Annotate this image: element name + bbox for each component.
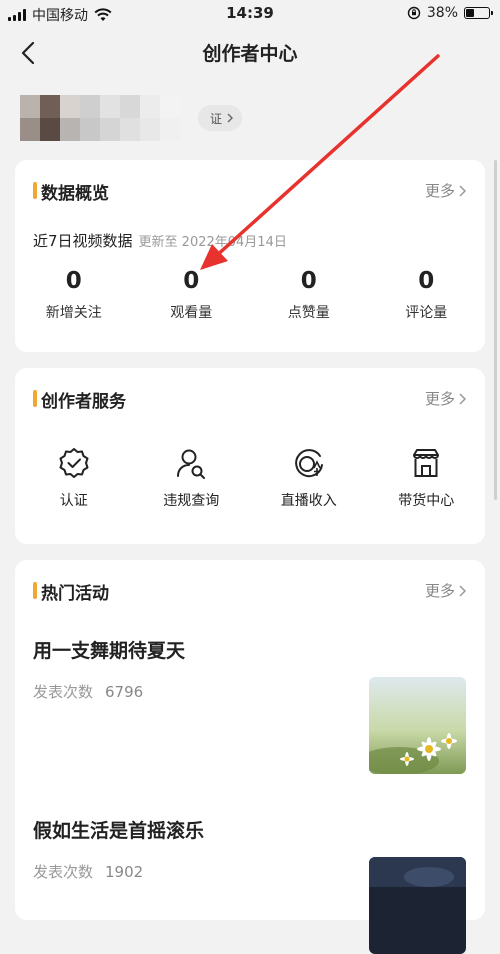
stat-likes[interactable]: 0 点赞量 (250, 264, 368, 322)
service-label: 直播收入 (280, 493, 337, 509)
stat-value: 0 (183, 268, 200, 294)
data-overview-header: 数据概览 更多 (15, 160, 485, 220)
data-overview-more-link[interactable]: 更多 (425, 180, 467, 201)
activity-meta-label: 发表次数 (33, 863, 94, 881)
activity-title: 用一支舞期待夏天 (33, 640, 186, 662)
hot-activities-title: 热门活动 (41, 584, 109, 604)
stat-value: 0 (300, 268, 317, 294)
verified-badge-icon (59, 448, 89, 478)
scrollbar[interactable] (494, 160, 497, 500)
updated-date: 更新至 2022年04月14日 (138, 235, 287, 250)
service-label: 带货中心 (398, 493, 455, 509)
activity-title: 假如生活是首摇滚乐 (33, 820, 205, 842)
status-right: 38% (407, 5, 493, 21)
activity-meta: 发表次数 6796 (33, 681, 143, 702)
accent-bar (33, 182, 37, 199)
accent-bar (33, 390, 37, 407)
data-overview-card: 数据概览 更多 近7日视频数据 更新至 2022年04月14日 0 新增关注 0 … (15, 160, 485, 352)
activity-thumbnail (369, 857, 466, 954)
stats-row: 0 新增关注 0 观看量 0 点赞量 0 评论量 (15, 264, 485, 322)
profile-header[interactable]: 证 (20, 95, 243, 145)
accent-bar (33, 582, 37, 599)
chevron-right-icon (459, 184, 467, 197)
stat-label: 新增关注 (45, 305, 102, 321)
creator-services-card: 创作者服务 更多 认证 违规查询 直播收入 带货中心 (15, 368, 485, 544)
data-range-label: 近7日视频数据 (33, 232, 133, 250)
status-bar: 中国移动 14:39 38% (0, 0, 500, 28)
creator-services-header: 创作者服务 更多 (15, 368, 485, 428)
verify-pill[interactable]: 证 (198, 105, 243, 131)
live-income-icon (294, 449, 323, 478)
stat-views[interactable]: 0 观看量 (133, 264, 251, 322)
service-verification[interactable]: 认证 (15, 446, 133, 510)
stat-label: 观看量 (170, 305, 213, 321)
user-search-icon (177, 449, 206, 479)
orientation-lock-icon (407, 6, 421, 20)
activity-meta: 发表次数 1902 (33, 861, 143, 882)
stat-label: 点赞量 (287, 305, 330, 321)
data-overview-title: 数据概览 (41, 184, 109, 204)
services-row: 认证 违规查询 直播收入 带货中心 (15, 446, 485, 510)
stat-value: 0 (65, 268, 82, 294)
chevron-right-icon (227, 113, 234, 123)
stat-new-followers[interactable]: 0 新增关注 (15, 264, 133, 322)
service-label: 违规查询 (163, 493, 220, 509)
service-violation-query[interactable]: 违规查询 (133, 446, 251, 510)
chevron-right-icon (459, 392, 467, 405)
verify-pill-label: 证 (210, 111, 223, 126)
dark-stage-image (369, 857, 466, 954)
stat-value: 0 (418, 268, 435, 294)
more-label: 更多 (424, 582, 455, 600)
hot-activities-header: 热门活动 更多 (15, 560, 485, 620)
chevron-right-icon (459, 584, 467, 597)
creator-services-more-link[interactable]: 更多 (425, 388, 467, 409)
hot-activities-more-link[interactable]: 更多 (425, 580, 467, 601)
battery-icon (464, 7, 493, 19)
hot-activities-card: 热门活动 更多 用一支舞期待夏天 发表次数 6796 假如生活是首摇滚乐 发表次… (15, 560, 485, 954)
store-icon (413, 449, 440, 477)
data-range-row: 近7日视频数据 更新至 2022年04月14日 (33, 230, 287, 251)
activity-meta-label: 发表次数 (33, 683, 94, 701)
nav-bar: 创作者中心 (0, 30, 500, 74)
daisy-image (369, 677, 466, 774)
activity-thumbnail (369, 677, 466, 774)
blurred-avatar (20, 95, 180, 141)
stat-comments[interactable]: 0 评论量 (368, 264, 486, 322)
page-title: 创作者中心 (202, 43, 298, 65)
stat-label: 评论量 (405, 305, 448, 321)
activity-count: 6796 (105, 683, 144, 701)
service-live-income[interactable]: 直播收入 (250, 446, 368, 510)
service-label: 认证 (59, 493, 88, 509)
more-label: 更多 (424, 182, 455, 200)
more-label: 更多 (424, 390, 455, 408)
battery-percent: 38% (426, 5, 458, 21)
activity-count: 1902 (105, 863, 144, 881)
creator-services-title: 创作者服务 (41, 392, 126, 412)
service-commerce-center[interactable]: 带货中心 (368, 446, 486, 510)
